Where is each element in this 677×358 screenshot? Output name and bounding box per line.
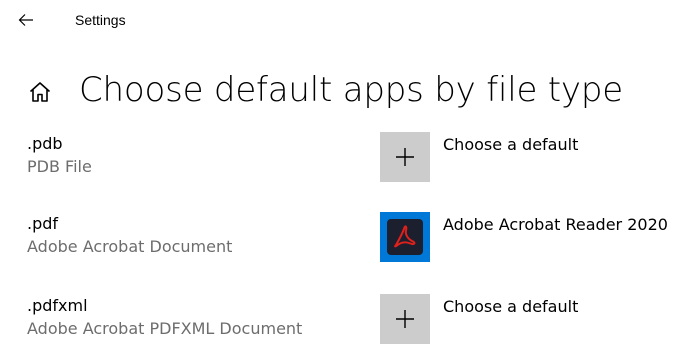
file-extension: .pdb [27, 134, 63, 153]
default-app-label: Choose a default [443, 135, 579, 154]
file-type-row-pdfxml: .pdfxml Adobe Acrobat PDFXML Document Ch… [0, 294, 677, 356]
default-app-label: Adobe Acrobat Reader 2020 [443, 215, 668, 234]
default-app-label: Choose a default [443, 297, 579, 316]
adobe-acrobat-icon [387, 219, 423, 255]
app-tile [380, 212, 430, 262]
choose-default-app-button[interactable]: Choose a default [380, 294, 670, 346]
file-type-row-pdb: .pdb PDB File Choose a default [0, 132, 677, 194]
file-extension: .pdfxml [27, 296, 88, 315]
default-app-button[interactable]: Adobe Acrobat Reader 2020 [380, 212, 670, 264]
file-type-row-pdf: .pdf Adobe Acrobat Document Adobe Acroba… [0, 212, 677, 274]
back-button[interactable] [8, 4, 44, 36]
plus-icon [396, 148, 414, 166]
file-extension: .pdf [27, 214, 59, 233]
app-tile [380, 132, 430, 182]
plus-icon [396, 310, 414, 328]
file-type-description: PDB File [27, 157, 92, 176]
settings-page: Settings Choose default apps by file typ… [0, 0, 677, 358]
home-icon[interactable] [28, 80, 52, 104]
back-arrow-icon [18, 14, 33, 26]
title-bar: Settings [0, 0, 677, 40]
file-type-description: Adobe Acrobat PDFXML Document [27, 319, 303, 338]
app-tile [380, 294, 430, 344]
page-title: Choose default apps by file type [79, 70, 623, 110]
window-title: Settings [75, 12, 126, 28]
file-type-description: Adobe Acrobat Document [27, 237, 233, 256]
choose-default-app-button[interactable]: Choose a default [380, 132, 670, 184]
